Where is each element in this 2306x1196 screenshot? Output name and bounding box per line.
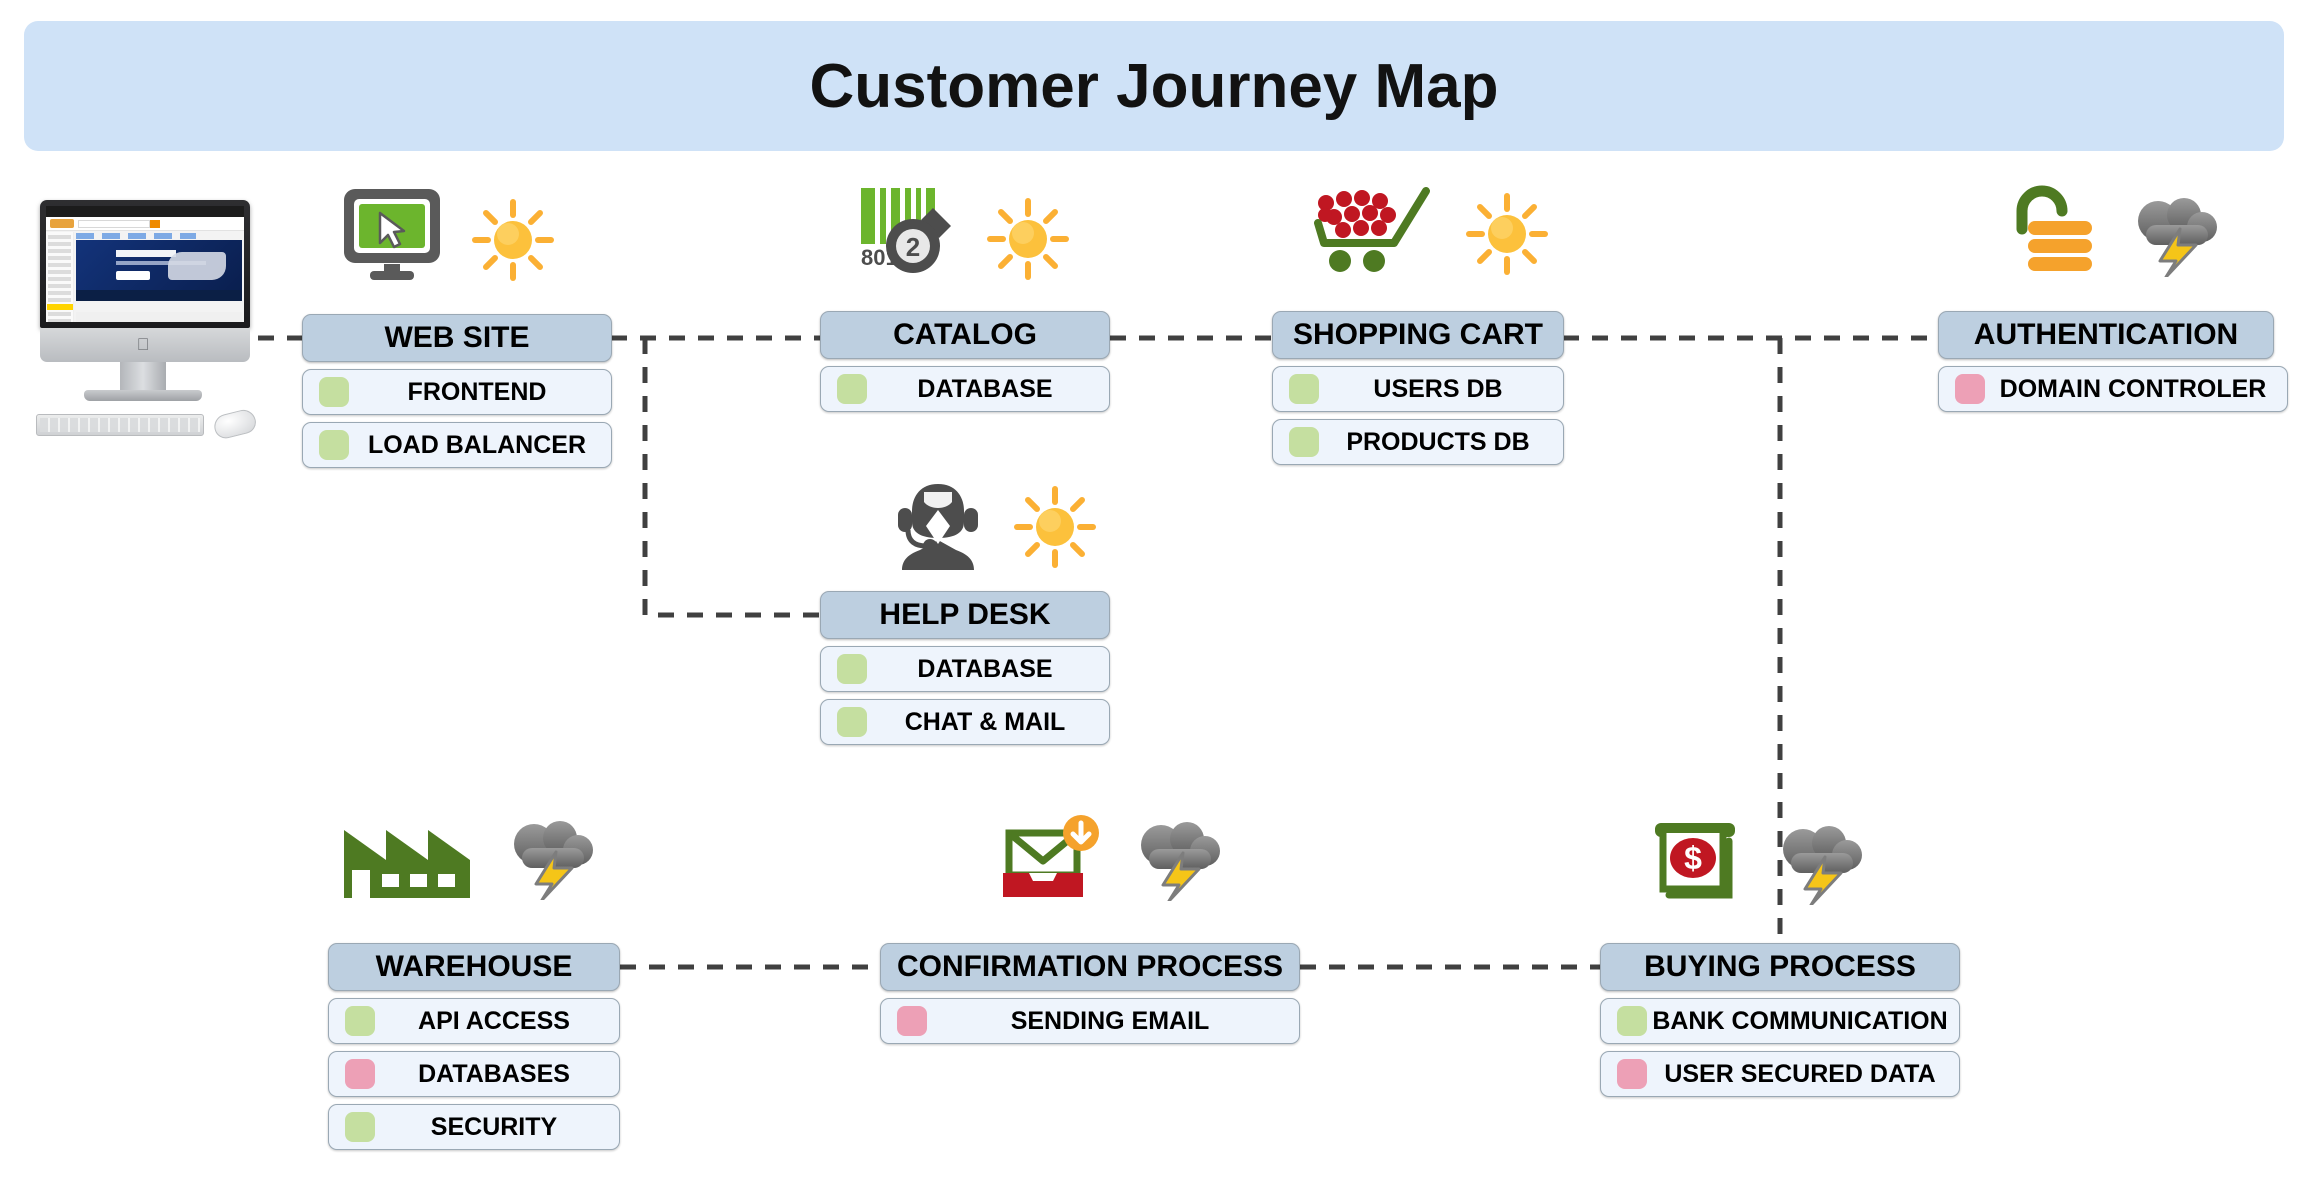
node-web-site[interactable]: WEB SITE FRONTEND LOAD BALANCER <box>302 314 612 468</box>
child-label: SECURITY <box>430 1112 558 1141</box>
node-warehouse-header[interactable]: WAREHOUSE <box>328 943 620 991</box>
child-label: CHAT & MAIL <box>904 707 1066 736</box>
node-buying-process-header[interactable]: BUYING PROCESS <box>1600 943 1960 991</box>
sun-icon <box>987 198 1069 280</box>
keyboard-illustration <box>36 414 204 436</box>
catalog-icons: 801 2 <box>855 182 1071 282</box>
imac-stand-foot <box>84 390 202 401</box>
node-web-site-header[interactable]: WEB SITE <box>302 314 612 362</box>
child-label: DATABASE <box>917 654 1053 683</box>
status-chip-green <box>1289 374 1319 404</box>
node-web-site-child-load-balancer[interactable]: LOAD BALANCER <box>302 422 612 468</box>
child-label: LOAD BALANCER <box>367 430 587 459</box>
child-label: PRODUCTS DB <box>1346 427 1530 456</box>
status-chip-green <box>837 707 867 737</box>
shopping-cart-icon <box>1314 187 1430 272</box>
node-help-desk-child-database[interactable]: DATABASE <box>820 646 1110 692</box>
imac-screen-content <box>46 206 244 322</box>
node-confirmation-process-child-sending-email[interactable]: SENDING EMAIL <box>880 998 1300 1044</box>
node-confirmation-process-header[interactable]: CONFIRMATION PROCESS <box>880 943 1300 991</box>
help-desk-icons <box>890 480 1098 570</box>
node-confirmation-process[interactable]: CONFIRMATION PROCESS SENDING EMAIL <box>880 943 1300 1044</box>
scanner-badge-number: 2 <box>906 232 920 262</box>
node-help-desk[interactable]: HELP DESK DATABASE CHAT & MAIL <box>820 591 1110 745</box>
storm-cloud-icon <box>514 821 593 900</box>
authentication-icons <box>2000 185 2226 277</box>
atm-cash-icon: $ <box>1655 823 1735 899</box>
node-authentication[interactable]: AUTHENTICATION DOMAIN CONTROLER <box>1938 311 2288 412</box>
node-buying-process-child-bank-communication[interactable]: BANK COMMUNICATION <box>1600 998 1960 1044</box>
node-warehouse-child-api-access[interactable]: API ACCESS <box>328 998 620 1044</box>
email-inbox-icon <box>1003 815 1099 897</box>
status-chip-green <box>345 1112 375 1142</box>
status-chip-pink <box>1955 374 1985 404</box>
child-label: DATABASES <box>418 1059 570 1088</box>
child-label: BANK COMMUNICATION <box>1652 1006 1948 1035</box>
node-shopping-cart-child-products-db[interactable]: PRODUCTS DB <box>1272 419 1564 465</box>
status-chip-pink <box>1617 1059 1647 1089</box>
node-shopping-cart-child-users-db[interactable]: USERS DB <box>1272 366 1564 412</box>
child-label: DOMAIN CONTROLER <box>1999 374 2267 403</box>
child-label: DATABASE <box>917 374 1053 403</box>
status-chip-green <box>837 374 867 404</box>
node-warehouse[interactable]: WAREHOUSE API ACCESS DATABASES SECURITY <box>328 943 620 1150</box>
child-label: SENDING EMAIL <box>1010 1006 1210 1035</box>
wire-website-to-helpdesk <box>642 338 820 618</box>
node-warehouse-child-security[interactable]: SECURITY <box>328 1104 620 1150</box>
node-web-site-child-frontend[interactable]: FRONTEND <box>302 369 612 415</box>
status-chip-pink <box>345 1059 375 1089</box>
storm-cloud-icon <box>1141 822 1220 901</box>
buying-process-icons: $ <box>1645 815 1871 905</box>
child-label: USER SECURED DATA <box>1664 1059 1936 1088</box>
node-buying-process[interactable]: BUYING PROCESS BANK COMMUNICATION USER S… <box>1600 943 1960 1097</box>
status-chip-green <box>319 377 349 407</box>
web-site-icons <box>340 185 556 283</box>
imac-screen-bezel <box>40 200 250 328</box>
sun-icon <box>472 199 554 281</box>
headset-agent-icon <box>898 484 978 570</box>
sun-icon <box>1466 193 1548 275</box>
child-label: FRONTEND <box>407 377 547 406</box>
mouse-illustration <box>211 407 259 441</box>
padlock-icon <box>2016 185 2092 271</box>
node-shopping-cart[interactable]: SHOPPING CART USERS DB PRODUCTS DB <box>1272 311 1564 465</box>
node-help-desk-child-chat-mail[interactable]: CHAT & MAIL <box>820 699 1110 745</box>
status-chip-green <box>837 654 867 684</box>
confirmation-process-icons <box>995 815 1229 901</box>
node-authentication-child-domain-controler[interactable]: DOMAIN CONTROLER <box>1938 366 2288 412</box>
child-label: USERS DB <box>1373 374 1503 403</box>
monitor-cursor-icon <box>344 189 440 280</box>
diagram-canvas: Customer Journey Map WEB SITE FRONTEND L… <box>0 0 2306 1196</box>
imac-illustration:  <box>18 200 268 441</box>
status-chip-green <box>319 430 349 460</box>
status-chip-green <box>345 1006 375 1036</box>
storm-cloud-icon <box>1783 826 1862 905</box>
shopping-cart-icons <box>1310 185 1550 277</box>
node-warehouse-child-databases[interactable]: DATABASES <box>328 1051 620 1097</box>
child-label: API ACCESS <box>418 1006 570 1035</box>
node-catalog-child-database[interactable]: DATABASE <box>820 366 1110 412</box>
storm-cloud-icon <box>2138 198 2217 277</box>
node-catalog[interactable]: CATALOG DATABASE <box>820 311 1110 412</box>
imac-stand-neck <box>120 362 166 392</box>
node-authentication-header[interactable]: AUTHENTICATION <box>1938 311 2274 359</box>
svg-text:$: $ <box>1684 840 1702 876</box>
status-chip-green <box>1289 427 1319 457</box>
status-chip-green <box>1617 1006 1647 1036</box>
status-chip-pink <box>897 1006 927 1036</box>
sun-icon <box>1014 486 1096 568</box>
factory-icon <box>344 830 470 898</box>
node-shopping-cart-header[interactable]: SHOPPING CART <box>1272 311 1564 359</box>
barcode-scanner-icon: 801 2 <box>861 188 951 273</box>
node-buying-process-child-user-secured-data[interactable]: USER SECURED DATA <box>1600 1051 1960 1097</box>
node-catalog-header[interactable]: CATALOG <box>820 311 1110 359</box>
warehouse-icons <box>340 810 602 900</box>
node-help-desk-header[interactable]: HELP DESK <box>820 591 1110 639</box>
apple-logo-icon:  <box>137 336 150 353</box>
